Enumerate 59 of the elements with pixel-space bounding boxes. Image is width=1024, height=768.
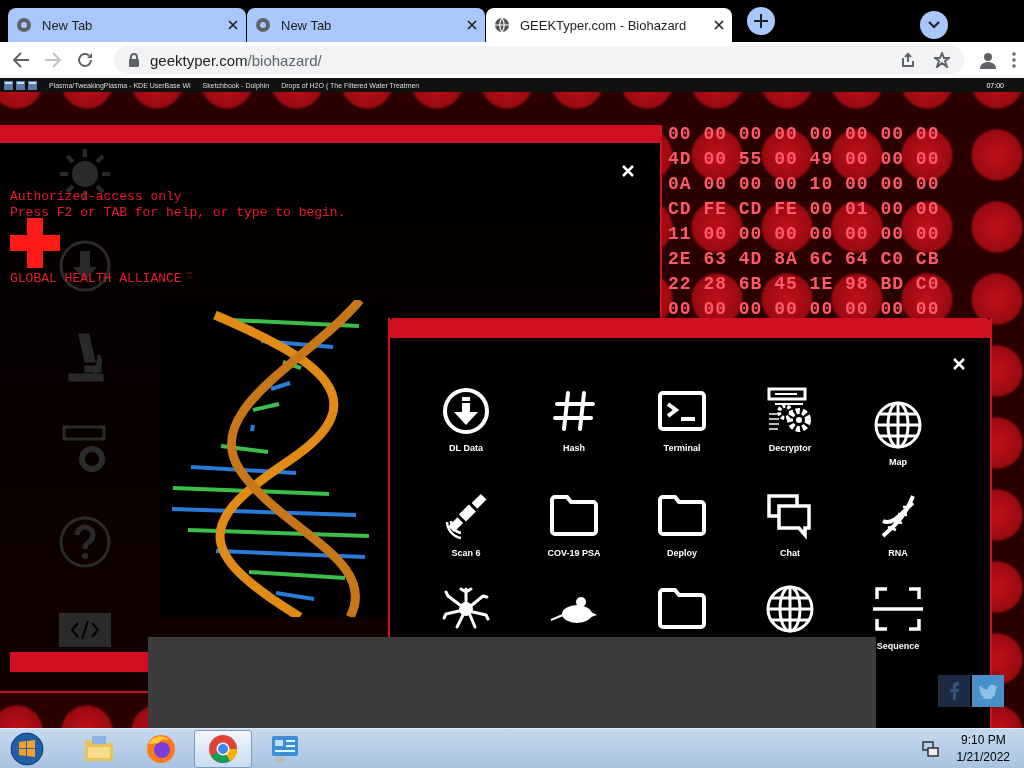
help-icon [58,515,112,569]
new-tab-button[interactable] [747,7,775,35]
hex-row-text: 0A 00 00 00 10 00 00 00 [668,173,940,196]
app-launcher[interactable]: COV-19 PSA [538,491,610,559]
scan-icon [873,584,923,634]
hex-row-text: 2E 63 4D 8A 6C 64 C0 CB [668,248,940,271]
globe-icon [494,17,510,33]
organization-name: GLOBAL HEALTH ALLIANCE [10,271,182,286]
reload-icon[interactable] [76,51,94,69]
app-launcher[interactable]: Sequence [862,584,934,652]
globe-icon [765,584,815,634]
chrome-icon [255,17,271,33]
app-launcher[interactable]: Hash [538,386,610,454]
app-launcher[interactable]: Terminal [646,386,718,454]
browser-tab[interactable]: GEEKTyper.com - Biohazard [486,8,732,42]
download-icon [441,386,491,436]
hex-row-text: 22 28 6B 45 1E 98 BD C0 [668,273,940,296]
hex-row-text: 11 00 00 00 00 00 00 00 [668,223,940,246]
chrome-icon [16,17,32,33]
app-launcher[interactable]: Map [862,400,934,468]
bird-icon [979,683,997,699]
browser-tab[interactable]: New Tab [247,8,485,42]
hex-row-text: 4D 00 55 00 49 00 00 00 [668,148,940,171]
app-launcher[interactable]: DL Data [430,386,502,454]
facebook-icon [949,682,959,700]
lock-icon [128,53,140,67]
window-icon[interactable] [16,80,25,90]
cross-icon [10,218,60,268]
close-icon[interactable] [228,20,238,30]
tab-search-button[interactable] [920,11,948,39]
app-launcher[interactable]: RNA [862,491,934,559]
close-icon[interactable] [467,20,477,30]
terminal-text: Authorized-access only Press F2 or TAB for help, or type to begin. [10,189,346,221]
menu-icon[interactable] [1012,52,1016,68]
window-icon[interactable] [28,80,37,90]
back-icon[interactable] [12,51,30,69]
app-launcher[interactable]: Decryptor [754,386,826,454]
url-text: geektyper.com/biohazard/ [150,51,322,69]
app-launcher[interactable]: Chat [754,491,826,559]
hex-row-text: CD FE CD FE 00 01 00 00 [668,198,940,221]
profile-icon[interactable] [978,50,998,70]
window-icon[interactable] [4,80,13,90]
browser-tab[interactable]: New Tab [8,8,246,42]
system-clock[interactable]: 9:10 PM 1/21/2022 [956,731,1010,766]
share-icon[interactable] [900,52,916,68]
star-icon[interactable] [934,52,950,68]
plus-icon [754,14,768,28]
hex-row-text: 00 00 00 00 00 00 00 00 [668,123,940,146]
hex-row-text: 00 00 00 00 00 00 00 00 [668,298,940,321]
app-launcher[interactable]: Scan 6 [430,491,502,559]
taskbar-button[interactable] [194,729,252,768]
chevron-icon [928,21,940,29]
network-icon[interactable] [920,739,939,758]
close-icon[interactable] [714,20,724,30]
app-launcher[interactable]: Deploy [646,491,718,559]
download-icon [58,239,112,293]
address-bar[interactable]: geektyper.com/biohazard/ [114,46,964,74]
globe-icon [873,400,923,450]
start-button[interactable] [10,731,44,766]
